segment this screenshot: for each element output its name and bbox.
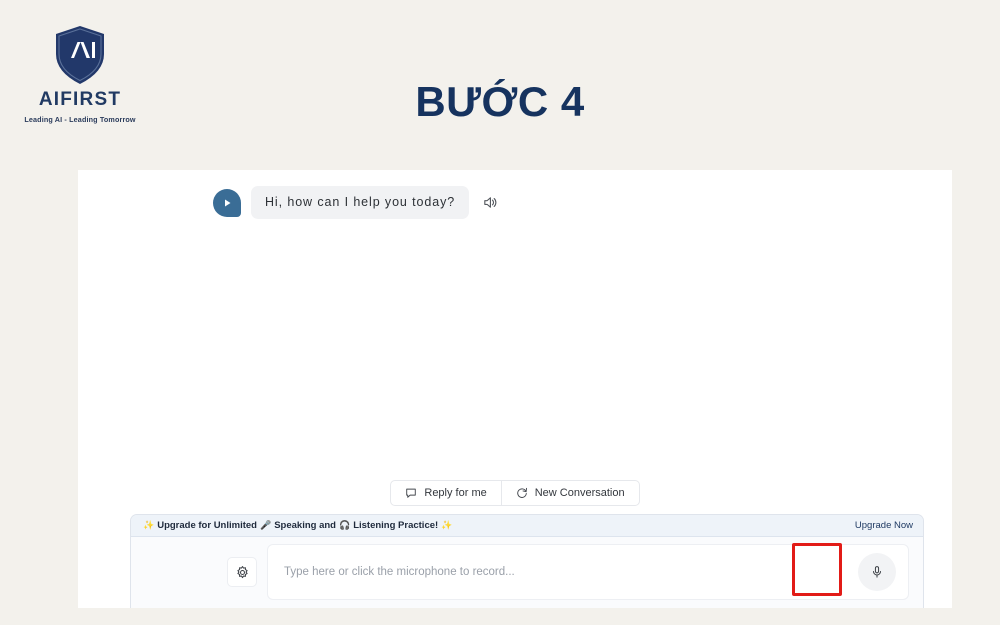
microphone-icon	[872, 566, 882, 578]
sparkle-icon-right: ✨	[441, 520, 453, 530]
chat-area: Hi, how can I help you today?	[78, 170, 952, 470]
app-panel: Hi, how can I help you today? Reply for …	[78, 170, 952, 608]
message-bubble: Hi, how can I help you today?	[251, 186, 470, 219]
reply-for-me-label: Reply for me	[424, 487, 487, 499]
sparkle-icon-left: ✨	[143, 520, 155, 530]
page-title: BƯỚC 4	[415, 78, 585, 125]
microphone-emoji-icon: 🎤	[259, 520, 272, 530]
upgrade-text-2: Speaking and	[274, 520, 336, 531]
speaker-icon[interactable]	[479, 193, 499, 213]
upgrade-banner: ✨ Upgrade for Unlimited 🎤 Speaking and 🎧…	[131, 515, 923, 537]
assistant-avatar	[213, 188, 241, 217]
composer: ✨ Upgrade for Unlimited 🎤 Speaking and 🎧…	[130, 514, 924, 608]
composer-input-row	[131, 537, 923, 608]
refresh-icon	[516, 487, 527, 498]
headphone-emoji-icon: 🎧	[338, 520, 351, 530]
quick-actions: Reply for me New Conversation	[78, 480, 952, 506]
upgrade-text-1: Upgrade for Unlimited	[157, 520, 257, 531]
chat-message: Hi, how can I help you today?	[213, 186, 499, 219]
upgrade-text-3: Listening Practice!	[353, 520, 439, 531]
upgrade-now-link[interactable]: Upgrade Now	[855, 520, 913, 531]
message-input-wrapper	[267, 544, 909, 600]
shield-icon	[56, 26, 104, 84]
message-input[interactable]	[284, 566, 892, 578]
new-conversation-label: New Conversation	[534, 487, 625, 499]
gear-icon	[236, 565, 248, 578]
reply-for-me-button[interactable]: Reply for me	[390, 480, 502, 506]
settings-button[interactable]	[227, 557, 257, 587]
upgrade-banner-text: ✨ Upgrade for Unlimited 🎤 Speaking and 🎧…	[143, 520, 452, 531]
new-conversation-button[interactable]: New Conversation	[501, 480, 640, 506]
microphone-button[interactable]	[858, 553, 896, 591]
play-icon	[225, 199, 231, 206]
chat-bubble-icon	[406, 488, 417, 498]
